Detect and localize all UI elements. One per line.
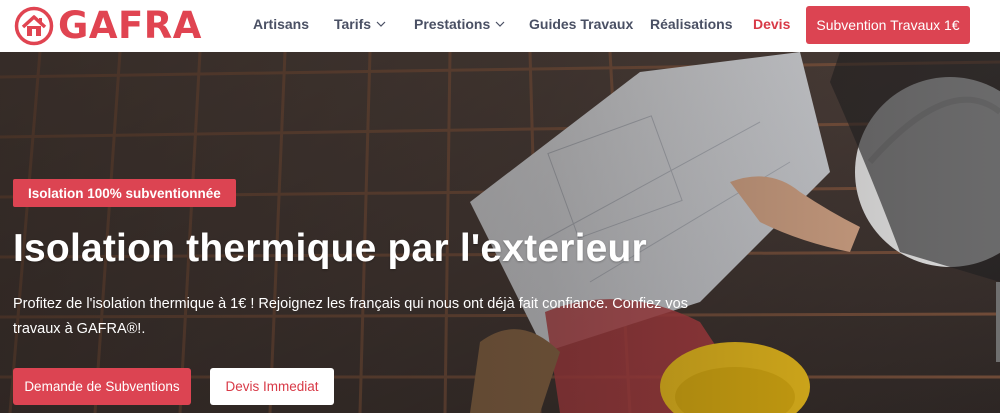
page-title: Isolation thermique par l'exterieur bbox=[13, 227, 647, 270]
subvention-travaux-button[interactable]: Subvention Travaux 1€ bbox=[806, 6, 970, 44]
nav-item-label: Réalisations bbox=[650, 16, 733, 32]
nav-item-devis[interactable]: Devis bbox=[753, 16, 790, 32]
nav-item-label: Artisans bbox=[253, 16, 310, 32]
chevron-down-icon bbox=[495, 21, 505, 27]
nav-item-realisations[interactable]: Réalisations bbox=[650, 16, 732, 32]
nav-item-label: Guides Travaux bbox=[529, 16, 634, 32]
devis-immediat-button[interactable]: Devis Immediat bbox=[210, 368, 334, 405]
house-icon bbox=[14, 6, 54, 46]
subsidy-badge: Isolation 100% subventionnée bbox=[13, 179, 236, 207]
chevron-down-icon bbox=[376, 21, 386, 27]
brand-name: GAFRA bbox=[58, 4, 202, 47]
scrollbar[interactable] bbox=[996, 282, 1000, 362]
hero-description: Profitez de l'isolation thermique à 1€ !… bbox=[13, 296, 688, 337]
hero-section: Isolation 100% subventionnée Isolation t… bbox=[0, 52, 1000, 413]
nav-item-label: Tarifs bbox=[334, 16, 372, 32]
demande-subventions-button[interactable]: Demande de Subventions bbox=[13, 368, 191, 405]
nav-item-prestations[interactable]: Prestations bbox=[414, 16, 505, 32]
brand-logo[interactable]: GAFRA bbox=[14, 6, 202, 46]
site-header: GAFRA Artisans Tarifs Prestations Guides… bbox=[0, 0, 1000, 52]
nav-item-label: Devis bbox=[753, 16, 791, 32]
nav-item-artisans[interactable]: Artisans bbox=[253, 16, 309, 32]
nav-item-guides-travaux[interactable]: Guides Travaux bbox=[529, 16, 633, 32]
nav-item-tarifs[interactable]: Tarifs bbox=[334, 16, 386, 32]
nav-item-label: Prestations bbox=[414, 16, 491, 32]
